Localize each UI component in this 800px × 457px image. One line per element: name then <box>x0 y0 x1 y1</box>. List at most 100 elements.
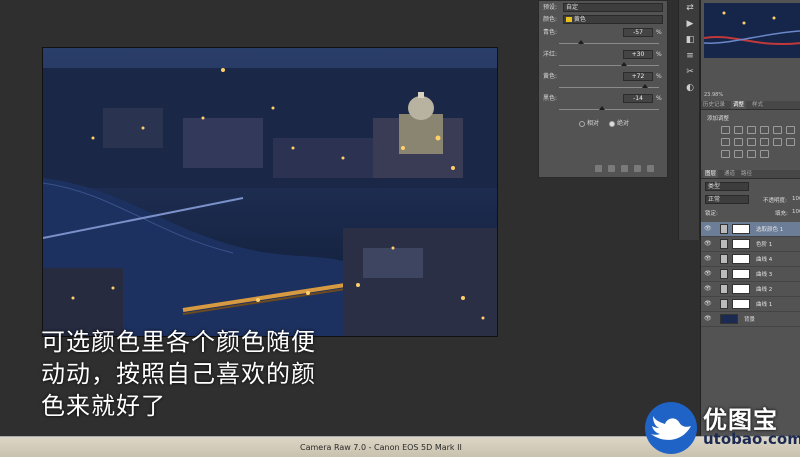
blend-mode-value: 正常 <box>708 196 721 203</box>
tab-channels[interactable]: 通道 <box>724 170 735 178</box>
yellow-value-field[interactable]: +72 <box>623 72 653 81</box>
tool-adjust-icon[interactable]: ◐ <box>679 80 701 96</box>
adjustment-layer-icon <box>720 299 728 309</box>
color-dropdown[interactable]: 黄色 <box>563 15 663 24</box>
slider-thumb[interactable] <box>577 40 584 44</box>
layer-name: 曲线 2 <box>756 287 773 293</box>
tab-styles[interactable]: 样式 <box>752 101 763 109</box>
magenta-slider[interactable] <box>559 62 659 66</box>
selective-color-panel: 预设: 自定 颜色: 黄色 青色: -57 % 洋红: +30 % 黄色: +7… <box>538 0 668 178</box>
layer-row[interactable]: 👁 背景 <box>701 312 800 327</box>
selective-color-icon[interactable] <box>760 150 769 158</box>
black-slider[interactable] <box>559 106 659 110</box>
vibrance-icon[interactable] <box>773 126 782 134</box>
color-value: 黄色 <box>573 16 586 23</box>
layer-name: 背景 <box>744 317 756 323</box>
yellow-slider[interactable] <box>559 84 659 88</box>
black-label: 黑色: <box>543 95 558 102</box>
layer-row[interactable]: 👁 曲线 2 <box>701 282 800 297</box>
cyan-value-field[interactable]: -57 <box>623 28 653 37</box>
black-white-icon[interactable] <box>734 138 743 146</box>
preset-label: 预设: <box>543 4 558 11</box>
layer-row[interactable]: 👁 曲线 1 <box>701 297 800 312</box>
magenta-value-field[interactable]: +30 <box>623 50 653 59</box>
adjustment-layer-icon <box>720 239 728 249</box>
bird-logo-icon <box>645 402 697 454</box>
visibility-icon[interactable] <box>634 165 641 172</box>
tab-history[interactable]: 历史记录 <box>703 101 725 109</box>
yellow-label: 黄色: <box>543 73 558 80</box>
slider-thumb[interactable] <box>599 106 605 110</box>
visibility-eye-icon[interactable]: 👁 <box>704 255 712 263</box>
layers-tabs: 图层 通道 路径 <box>701 170 800 179</box>
slider-thumb[interactable] <box>621 62 627 66</box>
color-balance-icon[interactable] <box>721 138 730 146</box>
layer-row[interactable]: 👁 曲线 3 <box>701 267 800 282</box>
visibility-eye-icon[interactable]: 👁 <box>704 270 712 278</box>
layer-mask-thumbnail <box>732 224 750 234</box>
photo-filter-icon[interactable] <box>747 138 756 146</box>
tool-scissors-icon[interactable]: ✂ <box>679 64 701 80</box>
visibility-eye-icon[interactable]: 👁 <box>704 225 712 233</box>
fill-label: 填充: <box>775 211 788 217</box>
color-lookup-icon[interactable] <box>773 138 782 146</box>
canvas-photo[interactable] <box>42 47 498 337</box>
channel-mixer-icon[interactable] <box>760 138 769 146</box>
tab-adjustments[interactable]: 调整 <box>731 101 747 109</box>
blend-mode-dropdown[interactable]: 正常 <box>705 195 749 204</box>
reset-icon[interactable] <box>621 165 628 172</box>
radio-absolute[interactable]: 绝对 <box>609 118 629 127</box>
layer-mask-thumbnail <box>732 284 750 294</box>
city-night-image <box>43 48 497 336</box>
tab-layers[interactable]: 图层 <box>703 170 719 178</box>
tool-swap-icon[interactable]: ⇄ <box>679 0 701 16</box>
levels-icon[interactable] <box>734 126 743 134</box>
caption-line-3: 色来就好了 <box>41 392 166 420</box>
layer-row[interactable]: 👁 曲线 4 <box>701 252 800 267</box>
preset-dropdown[interactable]: 自定 <box>563 3 663 12</box>
curves-icon[interactable] <box>747 126 756 134</box>
zoom-readout: 23.98% <box>704 92 724 98</box>
visibility-eye-icon[interactable]: 👁 <box>704 300 712 308</box>
magenta-label: 洋红: <box>543 51 558 58</box>
layer-mask-thumbnail <box>732 299 750 309</box>
subtitle-caption: 可选颜色里各个颜色随便 动动，按照自己喜欢的颜 色来就好了 <box>41 326 401 422</box>
caption-line-2: 动动，按照自己喜欢的颜 <box>41 360 316 388</box>
layer-row[interactable]: 👁 色阶 1 <box>701 237 800 252</box>
tool-play-icon[interactable]: ▶ <box>679 16 701 32</box>
threshold-icon[interactable] <box>734 150 743 158</box>
layer-mask-thumbnail <box>732 239 750 249</box>
adjustment-layer-icon <box>720 284 728 294</box>
exposure-icon[interactable] <box>760 126 769 134</box>
slider-thumb[interactable] <box>642 84 648 88</box>
yellow-percent: % <box>656 73 662 80</box>
trash-icon[interactable] <box>647 165 654 172</box>
layer-kind-filter[interactable]: 类型 <box>705 182 749 191</box>
watermark-logo: 优图宝 utobao.com <box>641 398 800 456</box>
posterize-icon[interactable] <box>721 150 730 158</box>
cyan-slider[interactable] <box>559 40 659 44</box>
visibility-eye-icon[interactable]: 👁 <box>704 240 712 248</box>
invert-icon[interactable] <box>786 138 795 146</box>
opacity-label: 不透明度: <box>763 198 787 204</box>
tool-layer-comp-icon[interactable]: ◧ <box>679 32 701 48</box>
tab-paths[interactable]: 路径 <box>741 170 752 178</box>
view-previous-icon[interactable] <box>608 165 615 172</box>
visibility-eye-icon[interactable]: 👁 <box>704 315 712 323</box>
opacity-value[interactable]: 100 <box>792 196 800 202</box>
layer-name: 曲线 3 <box>756 272 773 278</box>
navigator-thumbnail[interactable] <box>704 3 800 58</box>
tool-paragraph-icon[interactable]: ≡ <box>679 48 701 64</box>
fill-value[interactable]: 100 <box>792 209 800 215</box>
radio-relative[interactable]: 相对 <box>579 118 599 127</box>
gradient-map-icon[interactable] <box>747 150 756 158</box>
photoshop-screen: 预设: 自定 颜色: 黄色 青色: -57 % 洋红: +30 % 黄色: +7… <box>0 0 800 457</box>
black-value-field[interactable]: -14 <box>623 94 653 103</box>
visibility-eye-icon[interactable]: 👁 <box>704 285 712 293</box>
hue-saturation-icon[interactable] <box>786 126 795 134</box>
brightness-icon[interactable] <box>721 126 730 134</box>
kind-value: 类型 <box>708 183 721 190</box>
layer-name: 曲线 1 <box>756 302 773 308</box>
clip-icon[interactable] <box>595 165 602 172</box>
layer-row[interactable]: 👁 选取颜色 1 <box>701 222 800 237</box>
